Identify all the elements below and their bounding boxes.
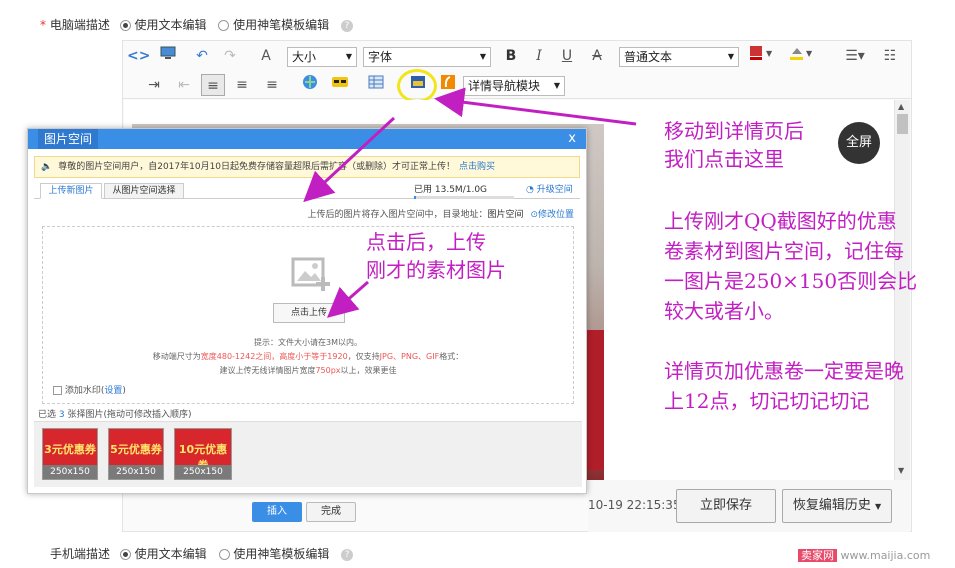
arrow-to-upload-tab [303,116,396,203]
annotation-upload-tip: 上传刚才QQ截图好的优惠 卷素材到图片空间，记住每 一图片是250×150否则会比较… [664,209,918,323]
watermark-brand: 卖家网 [798,549,837,562]
arrow-to-upload-button [326,280,369,318]
watermark-url: www.maijia.com [840,549,931,562]
site-watermark: 卖家网 www.maijia.com [798,547,930,565]
annotation-step-one: 移动到详情页后 我们点击这里 [664,119,804,171]
annotation-step-two: 点击后，上传 刚才的素材图片 [366,230,506,282]
annotation-time-note: 详情页加优惠卷一定要是晚 上12点，切记切记切记 [664,359,904,413]
arrow-to-image-button [434,87,637,126]
